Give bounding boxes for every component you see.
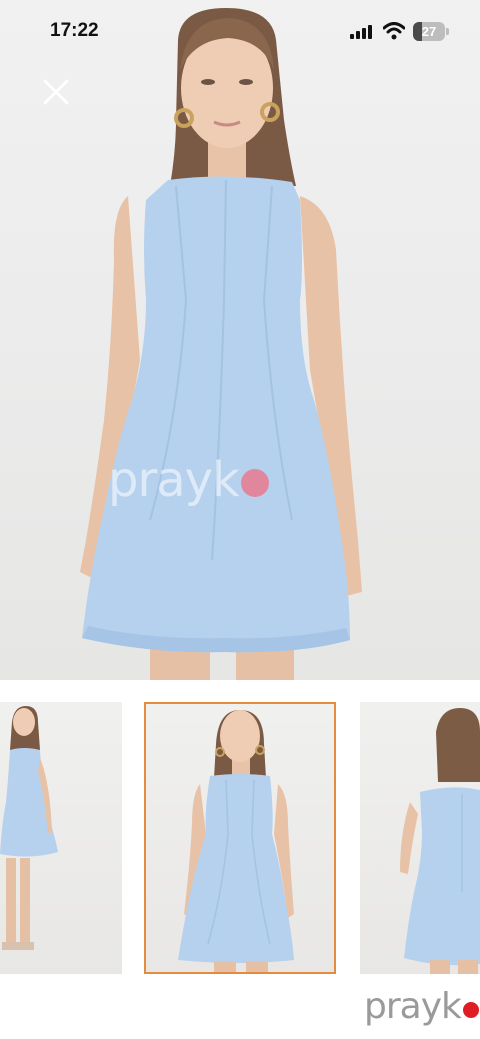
close-icon xyxy=(43,79,69,105)
thumbnail-2[interactable] xyxy=(144,702,336,974)
brand-logo: prayk xyxy=(364,984,479,1028)
thumbnail-3[interactable] xyxy=(360,702,480,974)
status-bar: 17:22 27 xyxy=(0,0,480,60)
status-time: 17:22 xyxy=(50,20,99,41)
wifi-icon xyxy=(383,22,405,40)
battery-level: 27 xyxy=(421,24,437,39)
thumbnail-strip xyxy=(0,680,480,980)
battery-icon: 27 xyxy=(413,22,449,41)
brand-logo-text: prayk xyxy=(364,985,462,1027)
signal-icon xyxy=(350,25,372,39)
brand-logo-dot xyxy=(462,1002,479,1018)
close-button[interactable] xyxy=(36,72,76,112)
product-image-viewer[interactable]: 17:22 27 prayk xyxy=(0,0,480,680)
watermark-dot xyxy=(240,469,269,497)
watermark: prayk xyxy=(108,452,269,508)
watermark-text: prayk xyxy=(108,452,240,508)
thumbnail-1[interactable] xyxy=(0,702,122,974)
